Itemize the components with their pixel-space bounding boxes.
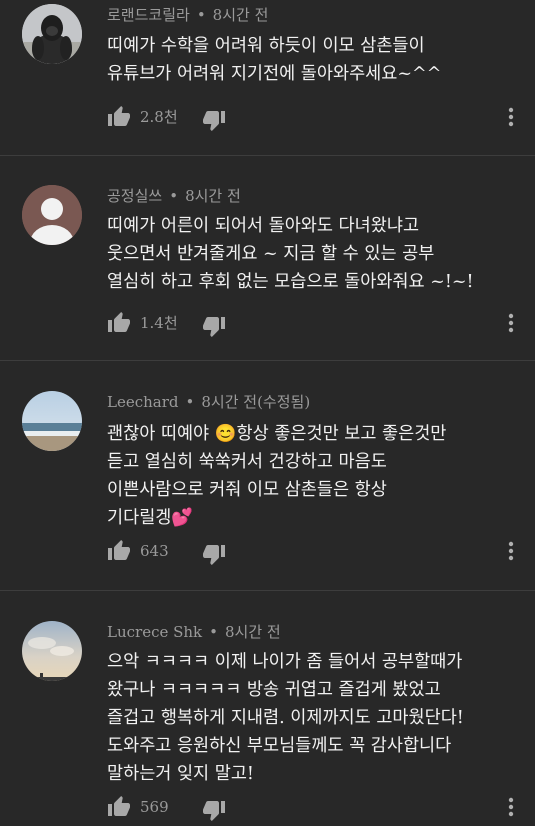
comment-meta: 공정실쓰 • 8시간 전 (107, 186, 241, 206)
author-name[interactable]: 공정실쓰 (107, 187, 162, 205)
comment-text: 으악 ㅋㅋㅋㅋ 이제 나이가 좀 들어서 공부할때가 왔구나 ㅋㅋㅋㅋㅋ 방송 … (107, 652, 464, 784)
divider (0, 155, 535, 156)
comment-actions: 1.4천 (0, 311, 535, 338)
comment-time: 8시간 전 (225, 623, 281, 641)
more-options-icon[interactable] (502, 311, 520, 335)
gorilla-avatar-image (22, 4, 82, 64)
comment-text: 괜찮아 띠예야 😊항상 좋은것만 보고 좋은것만 듣고 열심히 쑥쑥커서 건강하… (107, 424, 447, 528)
thumbs-down-icon[interactable] (202, 798, 226, 822)
avatar[interactable] (22, 391, 82, 451)
person-icon (22, 185, 82, 245)
avatar[interactable] (22, 185, 82, 245)
thumbs-down-icon[interactable] (202, 542, 226, 566)
more-options-icon[interactable] (502, 105, 520, 129)
like-count: 643 (140, 542, 169, 560)
comment-time: 8시간 전 (212, 6, 269, 24)
comment-meta: 로랜드코릴라 • 8시간 전 (107, 5, 268, 25)
comment-actions: 569 (0, 795, 535, 822)
author-name[interactable]: Leechard (107, 393, 179, 411)
more-options-icon[interactable] (502, 539, 520, 563)
comment-meta: Lucrece Shk • 8시간 전 (107, 622, 281, 642)
comment-meta: Leechard • 8시간 전(수정됨) (107, 392, 310, 412)
comment-time: 8시간 전 (185, 187, 241, 205)
comment-text: 띠예가 어른이 되어서 돌아와도 다녀왔냐고 웃으면서 반겨줄게요 ~ 지금 할… (107, 216, 474, 292)
like-count: 2.8천 (140, 108, 178, 126)
comment-actions: 643 (0, 539, 535, 566)
sky-avatar-image (22, 621, 82, 681)
divider (0, 360, 535, 361)
like-count: 1.4천 (140, 314, 178, 332)
thumbs-up-icon[interactable] (107, 795, 131, 819)
thumbs-up-icon[interactable] (107, 105, 131, 129)
comment-actions: 2.8천 (0, 105, 535, 132)
separator-dot: • (196, 6, 206, 24)
avatar[interactable] (22, 621, 82, 681)
separator-dot: • (185, 393, 195, 411)
separator-dot: • (209, 623, 219, 641)
comment-text: 띠예가 수학을 어려워 하듯이 이모 삼촌들이 유튜브가 어려워 지기전에 돌아… (107, 36, 442, 84)
thumbs-down-icon[interactable] (202, 108, 226, 132)
more-options-icon[interactable] (502, 795, 520, 819)
comment-time: 8시간 전(수정됨) (201, 393, 311, 411)
avatar[interactable] (22, 4, 82, 64)
author-name[interactable]: 로랜드코릴라 (107, 6, 190, 24)
divider (0, 590, 535, 591)
like-count: 569 (140, 798, 169, 816)
thumbs-down-icon[interactable] (202, 314, 226, 338)
beach-avatar-image (22, 391, 82, 451)
separator-dot: • (169, 187, 179, 205)
thumbs-up-icon[interactable] (107, 311, 131, 335)
thumbs-up-icon[interactable] (107, 539, 131, 563)
author-name[interactable]: Lucrece Shk (107, 623, 202, 641)
